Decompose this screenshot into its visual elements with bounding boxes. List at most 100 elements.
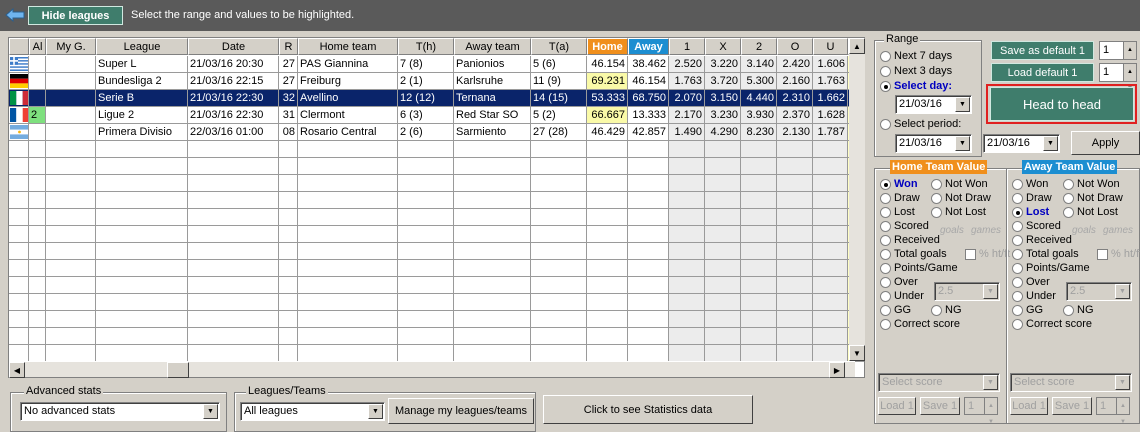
away_value-over-radio[interactable]: Over <box>1012 276 1050 288</box>
column-header[interactable]: Home team <box>298 38 398 55</box>
home_value-spinner[interactable]: 1 ▲ ▼ <box>964 397 998 425</box>
home_value-total-goals-radio[interactable]: Total goals <box>880 248 947 260</box>
column-header[interactable]: T(h) <box>398 38 454 55</box>
select-day-radio[interactable]: Select day: <box>880 80 952 92</box>
home_value-ou-select[interactable]: 2.5 ▼ <box>934 282 1000 301</box>
column-header[interactable]: League <box>96 38 188 55</box>
table-row[interactable] <box>9 260 864 277</box>
away_value-not-lost-radio[interactable]: Not Lost <box>1063 206 1118 218</box>
manage-leagues-button[interactable]: Manage my leagues/teams <box>388 398 534 424</box>
home_value-lost-radio[interactable]: Lost <box>880 206 915 218</box>
table-row[interactable]: Serie B 21/03/16 22:30 32 Avellino 12 (12) Te… <box>9 90 864 107</box>
chevron-down-icon[interactable]: ▼ <box>1043 136 1058 151</box>
load-default-spinner[interactable]: 1▲▼ <box>1099 63 1137 92</box>
table-row[interactable] <box>9 294 864 311</box>
table-row[interactable] <box>9 277 864 294</box>
away_value-draw-radio[interactable]: Draw <box>1012 192 1052 204</box>
column-header[interactable]: 1 <box>669 38 705 55</box>
chevron-down-icon[interactable]: ▼ <box>203 404 218 419</box>
column-header[interactable]: Away <box>628 38 669 55</box>
away_value-won-radio[interactable]: Won <box>1012 178 1048 190</box>
away_value-total-goals-radio[interactable]: Total goals <box>1012 248 1079 260</box>
home_value-ng-radio[interactable]: NG <box>931 304 962 316</box>
home_value-not-won-radio[interactable]: Not Won <box>931 178 988 190</box>
hide-leagues-button[interactable]: Hide leagues <box>28 6 123 25</box>
away_value-ou-select[interactable]: 2.5 ▼ <box>1066 282 1132 301</box>
period-to-select[interactable]: 21/03/16 ▼ <box>983 134 1060 153</box>
home_value-won-radio[interactable]: Won <box>880 178 918 190</box>
column-header[interactable]: Date <box>188 38 279 55</box>
home_value-save-button[interactable]: Save 1 <box>920 397 960 415</box>
away_value-load-button[interactable]: Load 1 <box>1010 397 1048 415</box>
column-header[interactable]: Away team <box>454 38 531 55</box>
next7-radio[interactable]: Next 7 days <box>880 50 952 62</box>
save-default-spinner[interactable]: 1▲▼ <box>1099 41 1137 70</box>
column-header-flag[interactable] <box>9 38 29 55</box>
away_value-under-radio[interactable]: Under <box>1012 290 1056 302</box>
scroll-left-icon[interactable]: ◀ <box>9 362 25 378</box>
column-header[interactable]: 2 <box>741 38 777 55</box>
table-row[interactable] <box>9 243 864 260</box>
horizontal-scrollbar[interactable]: ◀ ▶ <box>9 361 855 378</box>
chevron-down-icon[interactable]: ▼ <box>368 404 383 419</box>
load-default-button[interactable]: Load default 1 <box>991 63 1094 82</box>
chevron-down-icon[interactable]: ▼ <box>955 136 970 151</box>
away_value-ng-radio[interactable]: NG <box>1063 304 1094 316</box>
home_value-points-radio[interactable]: Points/Game <box>880 262 958 274</box>
column-header[interactable]: R <box>279 38 298 55</box>
chevron-down-icon[interactable]: ▼ <box>1115 375 1130 390</box>
table-row[interactable] <box>9 192 864 209</box>
chevron-down-icon[interactable]: ▼ <box>1115 284 1130 299</box>
table-row[interactable]: 2 Ligue 2 21/03/16 22:30 31 Clermont 6 (3) Red… <box>9 107 864 124</box>
table-row[interactable] <box>9 209 864 226</box>
table-row[interactable]: Primera Divisio 22/03/16 01:00 08 Rosario C… <box>9 124 864 141</box>
save-default-button[interactable]: Save as default 1 <box>991 41 1094 60</box>
chevron-down-icon[interactable]: ▼ <box>955 97 970 112</box>
advanced-stats-select[interactable]: No advanced stats ▼ <box>20 402 220 421</box>
day-select[interactable]: 21/03/16 ▼ <box>895 95 972 114</box>
column-header[interactable]: O <box>777 38 813 55</box>
table-row[interactable] <box>9 345 864 362</box>
home_value-under-radio[interactable]: Under <box>880 290 924 302</box>
select-period-radio[interactable]: Select period: <box>880 118 961 130</box>
away_value-correct-score-radio[interactable]: Correct score <box>1012 318 1092 330</box>
home_value-over-radio[interactable]: Over <box>880 276 918 288</box>
apply-button[interactable]: Apply <box>1071 131 1140 155</box>
table-row[interactable] <box>9 311 864 328</box>
column-header[interactable]: My G. <box>46 38 96 55</box>
away_value-lost-radio[interactable]: Lost <box>1012 206 1049 218</box>
next3-radio[interactable]: Next 3 days <box>880 65 952 77</box>
away_value-gg-radio[interactable]: GG <box>1012 304 1043 316</box>
home_value-pct-checkbox[interactable]: % ht/ft <box>962 248 1010 260</box>
scroll-thumb[interactable] <box>167 362 189 378</box>
away_value-pct-checkbox[interactable]: % ht/ft <box>1094 248 1140 260</box>
column-header[interactable]: U <box>813 38 848 55</box>
home_value-correct-score-radio[interactable]: Correct score <box>880 318 960 330</box>
table-row[interactable] <box>9 226 864 243</box>
column-header[interactable]: Al <box>29 38 46 55</box>
leagues-select[interactable]: All leagues ▼ <box>240 402 385 421</box>
away_value-scored-radio[interactable]: Scored <box>1012 220 1061 232</box>
table-row[interactable] <box>9 141 864 158</box>
home_value-received-radio[interactable]: Received <box>880 234 940 246</box>
scroll-right-icon[interactable]: ▶ <box>829 362 845 378</box>
table-row[interactable]: Bundesliga 2 21/03/16 22:15 27 Freiburg 2 (1… <box>9 73 864 90</box>
away_value-not-draw-radio[interactable]: Not Draw <box>1063 192 1123 204</box>
away_value-spinner[interactable]: 1 ▲ ▼ <box>1096 397 1130 425</box>
away_value-save-button[interactable]: Save 1 <box>1052 397 1092 415</box>
away_value-not-won-radio[interactable]: Not Won <box>1063 178 1120 190</box>
home_value-scored-radio[interactable]: Scored <box>880 220 929 232</box>
table-row[interactable]: Super L 21/03/16 20:30 27 PAS Giannina 7 (8)… <box>9 56 864 73</box>
period-from-select[interactable]: 21/03/16 ▼ <box>895 134 972 153</box>
table-row[interactable] <box>9 175 864 192</box>
vertical-scrollbar[interactable]: ▲ ▼ <box>849 38 865 361</box>
column-header[interactable]: T(a) <box>531 38 587 55</box>
scroll-down-icon[interactable]: ▼ <box>849 345 865 361</box>
table-row[interactable] <box>9 158 864 175</box>
chevron-down-icon[interactable]: ▼ <box>983 375 998 390</box>
away_value-select-score[interactable]: Select score ▼ <box>1010 373 1132 392</box>
column-header[interactable]: Home <box>587 38 628 55</box>
column-header[interactable]: X <box>705 38 741 55</box>
away_value-points-radio[interactable]: Points/Game <box>1012 262 1090 274</box>
table-row[interactable] <box>9 328 864 345</box>
